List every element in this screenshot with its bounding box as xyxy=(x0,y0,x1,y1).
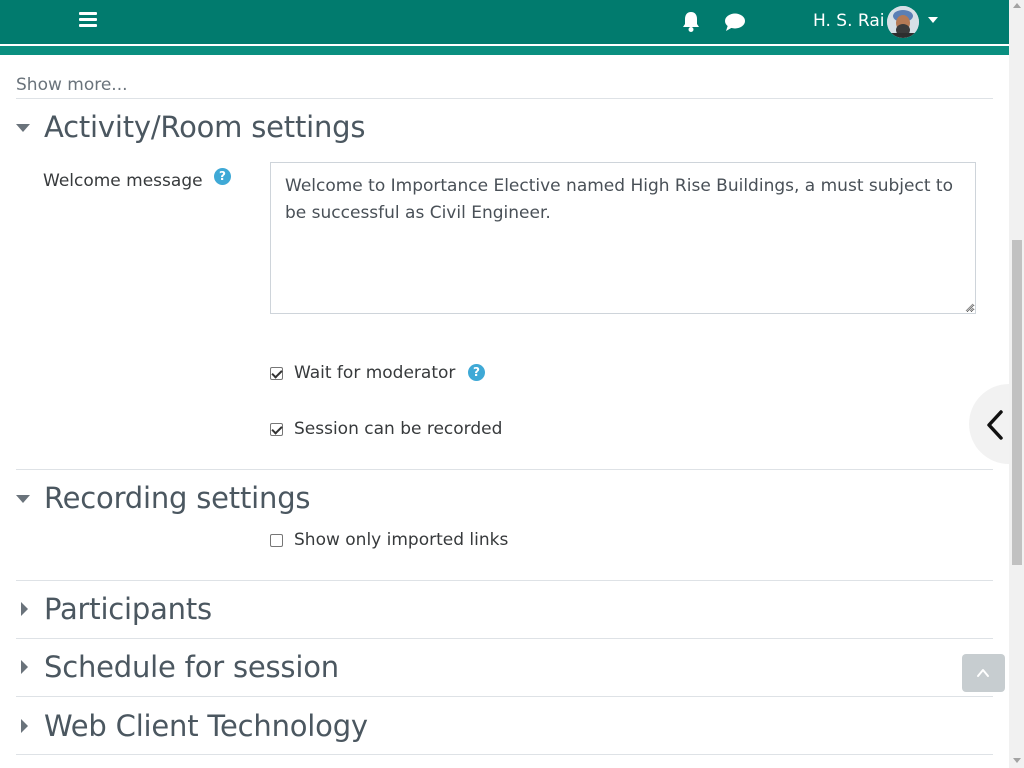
session-recorded-label: Session can be recorded xyxy=(294,419,503,439)
navbar-accent-stripe xyxy=(0,44,1009,55)
section-schedule[interactable]: Schedule for session xyxy=(16,650,339,684)
user-menu-caret-icon[interactable] xyxy=(928,17,938,23)
wait-for-moderator-checkbox-row[interactable]: Wait for moderator xyxy=(270,363,455,383)
top-navbar: H. S. Rai xyxy=(0,0,1009,44)
wait-for-moderator-label: Wait for moderator xyxy=(294,363,456,383)
chevron-up-icon xyxy=(977,669,989,677)
divider xyxy=(16,696,993,697)
expand-triangle-icon xyxy=(21,602,28,616)
welcome-message-textarea[interactable]: Welcome to Importance Elective named Hig… xyxy=(270,162,976,314)
divider xyxy=(16,580,993,581)
section-web-client-technology[interactable]: Web Client Technology xyxy=(16,709,368,743)
section-title: Participants xyxy=(44,592,212,626)
session-recorded-checkbox-row[interactable]: Session can be recorded xyxy=(270,419,502,439)
welcome-message-label: Welcome message xyxy=(43,171,203,191)
chat-icon[interactable] xyxy=(722,9,748,35)
divider xyxy=(16,638,993,639)
user-name[interactable]: H. S. Rai xyxy=(813,11,884,31)
section-activity-room-settings[interactable]: Activity/Room settings xyxy=(16,110,365,144)
session-recorded-checkbox[interactable] xyxy=(270,422,283,436)
section-title: Web Client Technology xyxy=(44,709,368,743)
imported-links-checkbox-row[interactable]: Show only imported links xyxy=(270,530,508,550)
expand-triangle-icon xyxy=(21,660,28,674)
help-icon[interactable]: ? xyxy=(468,364,485,381)
divider xyxy=(16,754,993,755)
section-title: Activity/Room settings xyxy=(44,110,366,144)
section-title: Recording settings xyxy=(44,481,311,515)
section-recording-settings[interactable]: Recording settings xyxy=(16,481,311,515)
avatar[interactable] xyxy=(887,6,919,38)
section-participants[interactable]: Participants xyxy=(16,592,212,626)
back-to-top-button[interactable] xyxy=(962,654,1005,692)
menu-icon[interactable] xyxy=(79,12,97,28)
expand-triangle-icon xyxy=(21,719,28,733)
scroll-down-icon[interactable] xyxy=(1013,758,1021,763)
scroll-up-icon[interactable] xyxy=(1013,3,1021,8)
wait-for-moderator-checkbox[interactable] xyxy=(270,366,283,380)
scrollbar-thumb[interactable] xyxy=(1012,240,1022,565)
collapse-triangle-icon xyxy=(16,495,30,503)
divider xyxy=(16,98,993,99)
section-title: Schedule for session xyxy=(44,650,339,684)
help-icon[interactable]: ? xyxy=(214,168,231,185)
resize-grip-icon[interactable] xyxy=(964,302,974,312)
chevron-left-icon[interactable] xyxy=(984,409,1008,441)
bell-icon[interactable] xyxy=(678,9,704,35)
imported-links-checkbox[interactable] xyxy=(270,533,283,547)
collapse-triangle-icon xyxy=(16,124,30,132)
show-more-link[interactable]: Show more... xyxy=(16,75,128,95)
divider xyxy=(16,469,993,470)
imported-links-label: Show only imported links xyxy=(294,530,509,550)
